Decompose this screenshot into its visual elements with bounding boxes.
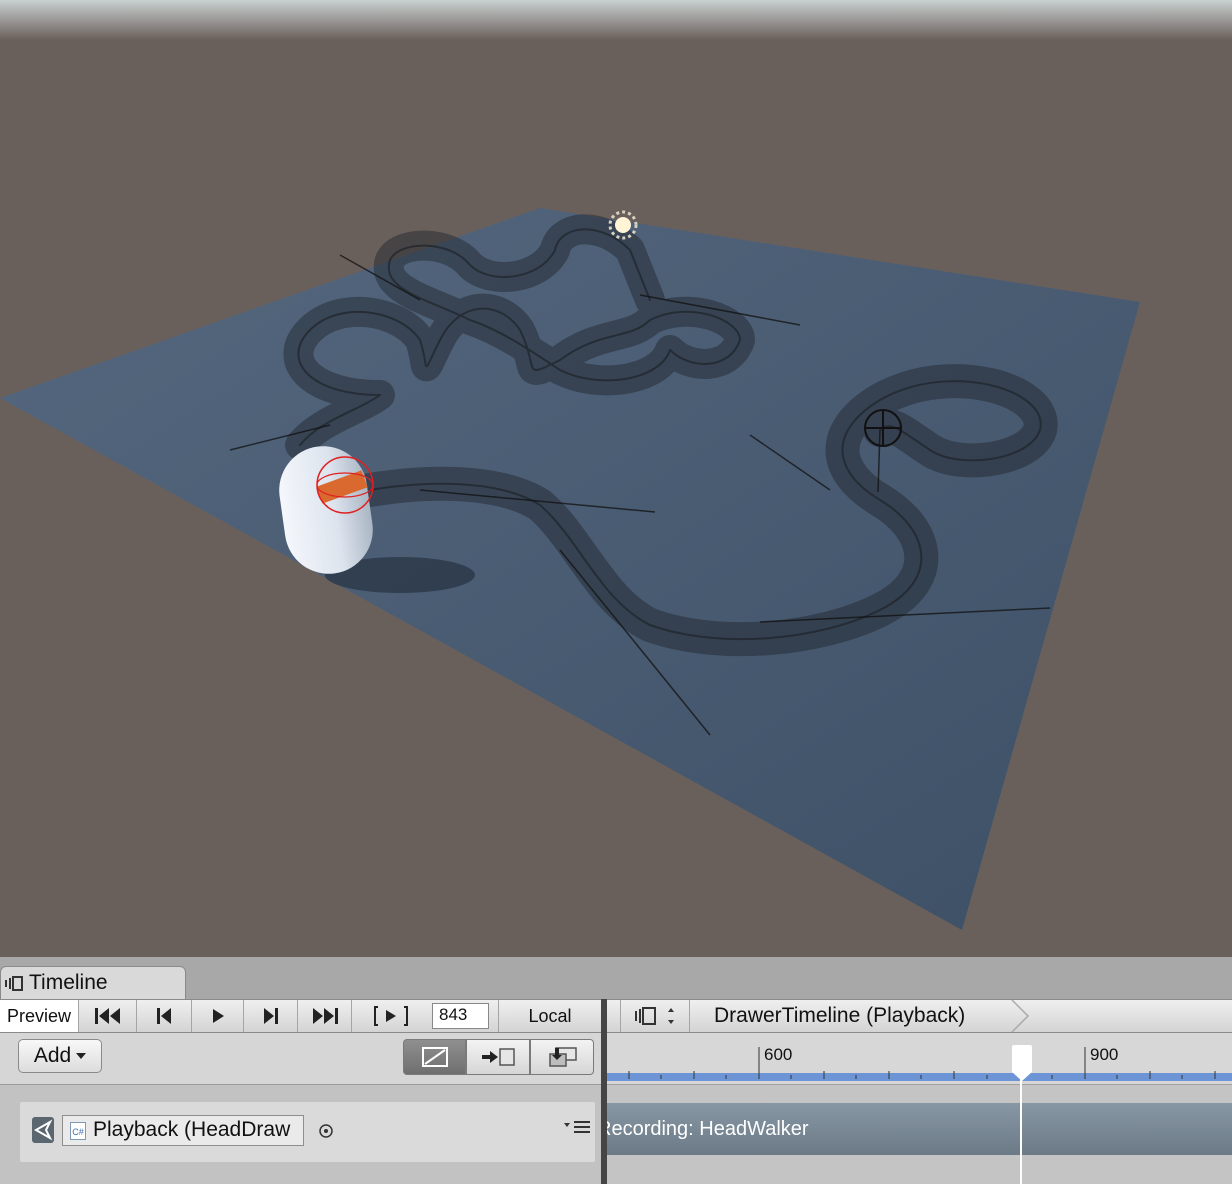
timeline-asset-icon xyxy=(635,1007,674,1025)
play-icon xyxy=(212,1009,224,1023)
csharp-script-icon: C# xyxy=(70,1122,86,1140)
breadcrumb-chevron-icon xyxy=(1011,1000,1030,1032)
edit-mode-replace-button[interactable] xyxy=(530,1039,594,1075)
next-frame-icon xyxy=(263,1008,278,1024)
dropdown-arrow-icon xyxy=(76,1053,87,1059)
go-to-start-button[interactable] xyxy=(79,1000,137,1032)
playback-track-header[interactable]: C# Playback (HeadDraw xyxy=(20,1102,595,1162)
camera-gizmo[interactable] xyxy=(864,409,902,447)
play-range-icon xyxy=(374,1006,408,1026)
skip-to-end-icon xyxy=(312,1008,338,1024)
playhead-line xyxy=(1020,1067,1022,1184)
timeline-icon xyxy=(5,976,23,991)
binding-label: Playback (HeadDraw xyxy=(93,1118,291,1141)
object-picker-icon[interactable] xyxy=(318,1123,334,1139)
scene-view[interactable] xyxy=(0,0,1232,957)
curves-icon xyxy=(421,1047,448,1067)
timeline-window: Timeline Preview 843 Local DrawerTimelin… xyxy=(0,957,1232,1184)
clip-label: Recording: HeadWalker xyxy=(607,1118,809,1140)
next-frame-button[interactable] xyxy=(244,1000,298,1032)
preview-button[interactable]: Preview xyxy=(0,1000,79,1032)
play-range-button[interactable] xyxy=(352,1000,430,1032)
timeline-asset-breadcrumb[interactable]: DrawerTimeline (Playback) xyxy=(714,1004,965,1028)
edit-mode-ripple-button[interactable] xyxy=(466,1039,530,1075)
timeline-toolbar: Preview 843 Local DrawerTimeline (Playba… xyxy=(0,999,1232,1033)
time-space-label: Local xyxy=(528,1005,572,1026)
skip-to-start-icon xyxy=(94,1008,120,1024)
scene-canvas[interactable] xyxy=(0,0,1232,957)
previous-frame-button[interactable] xyxy=(137,1000,192,1032)
current-frame-field[interactable]: 843 xyxy=(432,1003,489,1029)
add-track-button[interactable]: Add xyxy=(18,1039,102,1073)
track-list-pane: Add C# Playback (HeadDraw xyxy=(0,1033,601,1184)
tab-label: Timeline xyxy=(29,971,108,994)
playable-track-icon xyxy=(32,1117,54,1143)
ripple-icon xyxy=(482,1048,515,1066)
timeline-tab[interactable]: Timeline xyxy=(0,966,186,999)
timeline-selector-dropdown[interactable] xyxy=(620,1000,690,1032)
previous-frame-icon xyxy=(157,1008,171,1024)
ruler-ticks xyxy=(607,1047,1232,1081)
time-ruler[interactable]: 600 900 xyxy=(607,1033,1232,1085)
track-binding-field[interactable]: C# Playback (HeadDraw xyxy=(62,1115,304,1146)
play-button[interactable] xyxy=(192,1000,244,1032)
preview-label: Preview xyxy=(6,1005,72,1026)
go-to-end-button[interactable] xyxy=(298,1000,352,1032)
track-options-menu-icon[interactable] xyxy=(564,1120,592,1134)
ruler-label-600: 600 xyxy=(764,1045,793,1064)
time-space-dropdown[interactable]: Local xyxy=(498,1000,601,1032)
track-header-bar: Add xyxy=(0,1033,601,1085)
recording-clip[interactable]: Recording: HeadWalker xyxy=(607,1103,1232,1155)
ruler-label-900: 900 xyxy=(1090,1045,1119,1064)
horizon-sky xyxy=(0,0,1232,40)
curves-toggle[interactable] xyxy=(403,1039,466,1075)
add-label: Add xyxy=(33,1044,72,1067)
playhead-handle[interactable] xyxy=(1010,1044,1034,1082)
replace-icon xyxy=(549,1047,577,1067)
